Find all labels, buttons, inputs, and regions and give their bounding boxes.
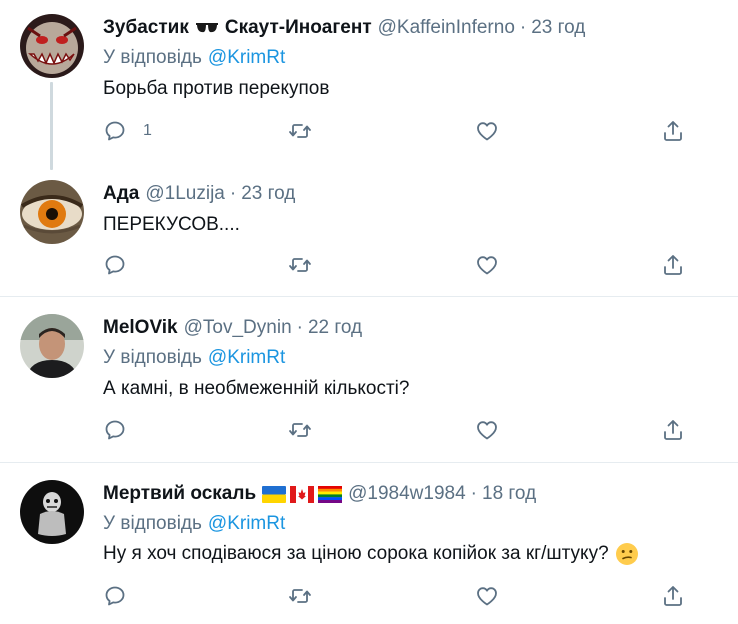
share-icon — [664, 255, 682, 275]
tweet-text: Борьба против перекупов — [103, 78, 330, 99]
tweet-header: Мертвий оскаль @1984w1984 · 18 год — [103, 482, 536, 506]
avatar[interactable] — [20, 314, 84, 378]
replying-to-label: У відповідь — [103, 47, 202, 68]
canada-flag-icon — [290, 485, 315, 503]
heart-icon — [477, 256, 497, 275]
tweet-2[interactable]: Ада @1Luzija · 23 год ПЕРЕКУСОВ.... — [0, 170, 738, 296]
reply-icon — [105, 255, 125, 275]
display-name-suffix[interactable]: Скаут-Иноагент — [225, 17, 372, 39]
tweet-text: А камні, в необмеженній кількості? — [103, 378, 410, 399]
rainbow-flag-icon — [318, 485, 343, 503]
ukraine-flag-icon — [262, 485, 287, 503]
like-button[interactable] — [475, 581, 499, 611]
tweet-actions — [103, 581, 693, 611]
share-button[interactable] — [661, 415, 685, 445]
tweet-actions: 1 — [103, 116, 693, 146]
tweet-text: Ну я хоч сподіваюся за ціною сорока копі… — [103, 543, 609, 564]
timestamp[interactable]: 23 год — [531, 17, 585, 39]
retweet-button[interactable] — [288, 415, 312, 445]
user-handle[interactable]: @KaffeinInferno — [378, 17, 515, 39]
share-icon — [664, 586, 682, 606]
tweet-text-row: Ну я хоч сподіваюся за ціною сорока копі… — [103, 541, 639, 567]
separator-dot: · — [470, 483, 477, 504]
share-button[interactable] — [661, 250, 685, 280]
avatar[interactable] — [20, 180, 84, 244]
replying-to-label: У відповідь — [103, 513, 202, 534]
share-button[interactable] — [661, 581, 685, 611]
heart-icon — [477, 587, 497, 606]
retweet-icon — [289, 589, 311, 603]
avatar[interactable] — [20, 14, 84, 78]
timestamp[interactable]: 18 год — [482, 483, 536, 505]
user-handle[interactable]: @1984w1984 — [348, 483, 466, 505]
retweet-icon — [289, 258, 311, 272]
tweet-header: Ада @1Luzija · 23 год — [103, 182, 295, 206]
retweet-button[interactable] — [288, 581, 312, 611]
display-name[interactable]: MelOVik — [103, 317, 178, 339]
separator-dot: · — [519, 17, 527, 38]
reply-count: 1 — [143, 122, 152, 139]
like-button[interactable] — [475, 116, 499, 146]
display-name[interactable]: Зубастик — [103, 17, 189, 39]
tweet-header: MelOVik @Tov_Dynin · 22 год — [103, 316, 362, 340]
reply-button[interactable]: 1 — [103, 116, 152, 146]
share-icon — [664, 420, 682, 440]
retweet-button[interactable] — [288, 250, 312, 280]
share-button[interactable] — [661, 116, 685, 146]
display-name[interactable]: Мертвий оскаль — [103, 483, 256, 505]
share-icon — [664, 121, 682, 141]
like-button[interactable] — [475, 415, 499, 445]
tweet-4[interactable]: Мертвий оскаль @1984w1984 · 18 год У від… — [0, 463, 738, 624]
tweet-actions — [103, 415, 693, 445]
user-handle[interactable]: @Tov_Dynin — [184, 317, 292, 339]
mention-link[interactable]: @KrimRt — [208, 513, 285, 535]
user-handle[interactable]: @1Luzija — [145, 183, 225, 205]
replying-to-label: У відповідь — [103, 347, 202, 368]
reply-button[interactable] — [103, 581, 127, 611]
sunglasses-emoji-icon — [195, 21, 219, 35]
heart-icon — [477, 122, 497, 141]
retweet-button[interactable] — [288, 116, 312, 146]
replying-to: У відповідь @KrimRt — [103, 346, 285, 370]
tweet-header: Зубастик Скаут-Иноагент @KaffeinInferno … — [103, 16, 585, 40]
timestamp[interactable]: 22 год — [308, 317, 362, 339]
avatar[interactable] — [20, 480, 84, 544]
separator-dot: · — [296, 317, 303, 338]
mention-link[interactable]: @KrimRt — [208, 347, 285, 369]
reply-icon — [105, 121, 125, 141]
tweet-text: ПЕРЕКУСОВ.... — [103, 214, 240, 235]
display-name[interactable]: Ада — [103, 183, 139, 205]
confused-face-emoji-icon — [615, 542, 639, 566]
tweet-actions — [103, 250, 693, 280]
mention-link[interactable]: @KrimRt — [208, 47, 285, 69]
tweet-3[interactable]: MelOVik @Tov_Dynin · 22 год У відповідь … — [0, 297, 738, 462]
replying-to: У відповідь @KrimRt — [103, 512, 285, 536]
replying-to: У відповідь @KrimRt — [103, 46, 285, 70]
reply-icon — [105, 586, 125, 606]
reply-icon — [105, 420, 125, 440]
timestamp[interactable]: 23 год — [241, 183, 295, 205]
tweet-1[interactable]: Зубастик Скаут-Иноагент @KaffeinInferno … — [0, 0, 738, 170]
thread-line — [50, 82, 53, 170]
reply-button[interactable] — [103, 415, 127, 445]
retweet-icon — [289, 124, 311, 138]
separator-dot: · — [229, 183, 237, 204]
like-button[interactable] — [475, 250, 499, 280]
retweet-icon — [289, 423, 311, 437]
heart-icon — [477, 421, 497, 440]
reply-button[interactable] — [103, 250, 127, 280]
